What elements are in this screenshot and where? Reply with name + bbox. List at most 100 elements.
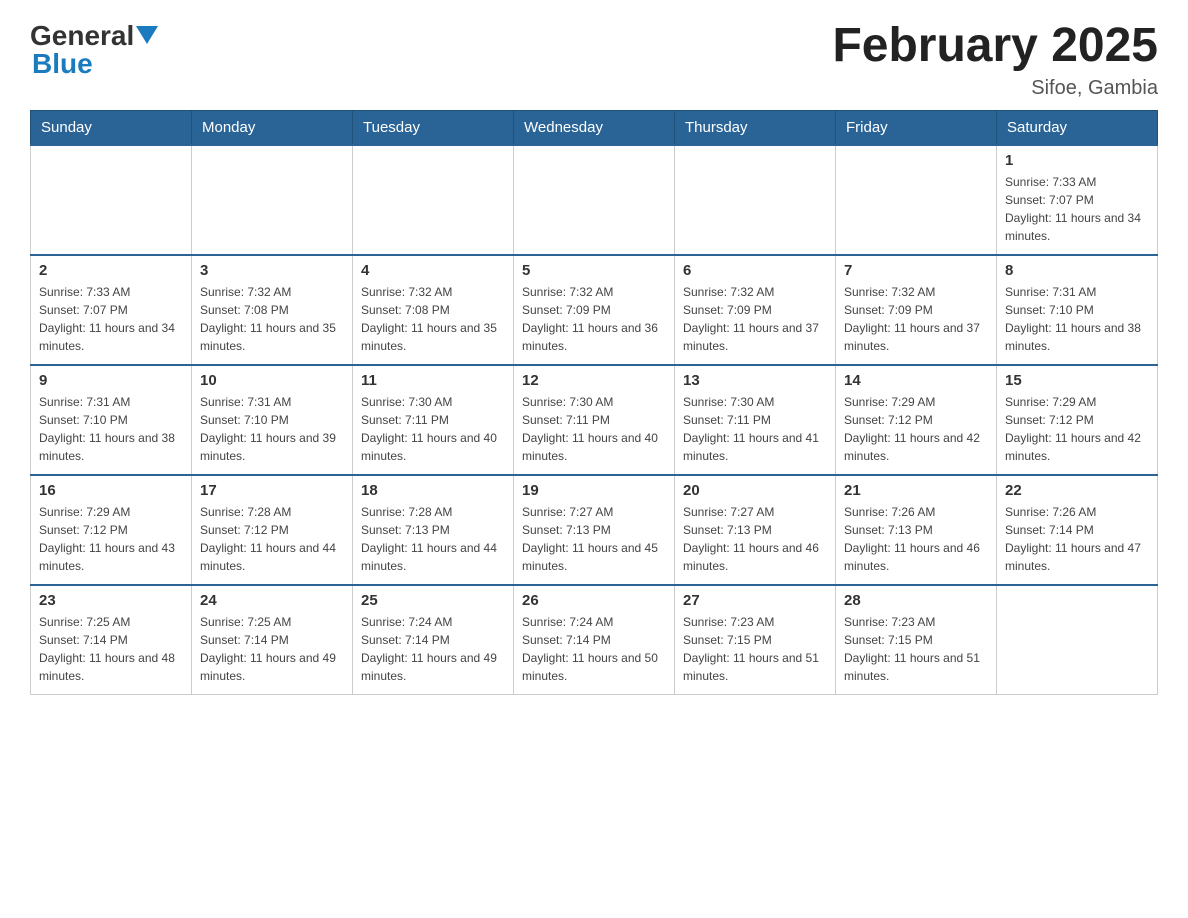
day-number: 28	[844, 592, 988, 609]
day-number: 18	[361, 482, 505, 499]
calendar-cell: 1Sunrise: 7:33 AMSunset: 7:07 PMDaylight…	[997, 145, 1158, 255]
calendar-cell: 21 Sunrise: 7:26 AMSunset: 7:13 PMDayligh…	[836, 475, 997, 585]
calendar-cell: 23 Sunrise: 7:25 AMSunset: 7:14 PMDayligh…	[31, 585, 192, 695]
day-info: Sunrise: 7:29 AMSunset: 7:12 PMDaylight:…	[844, 393, 988, 465]
calendar-cell: 15 Sunrise: 7:29 AMSunset: 7:12 PMDayligh…	[997, 365, 1158, 475]
calendar-cell: 16Sunrise: 7:29 AMSunset: 7:12 PMDayligh…	[31, 475, 192, 585]
day-number: 11	[361, 372, 505, 389]
day-number: 20	[683, 482, 827, 499]
calendar-cell	[353, 145, 514, 255]
calendar-cell: 20Sunrise: 7:27 AMSunset: 7:13 PMDayligh…	[675, 475, 836, 585]
calendar-cell	[675, 145, 836, 255]
calendar-cell: 10 Sunrise: 7:31 AMSunset: 7:10 PMDayligh…	[192, 365, 353, 475]
calendar-week-3: 9 Sunrise: 7:31 AMSunset: 7:10 PMDaylight…	[31, 365, 1158, 475]
day-info: Sunrise: 7:31 AMSunset: 7:10 PMDaylight:…	[200, 393, 344, 465]
day-number: 21	[844, 482, 988, 499]
day-number: 17	[200, 482, 344, 499]
day-number: 8	[1005, 262, 1149, 279]
day-info: Sunrise: 7:31 AMSunset: 7:10 PMDaylight:…	[39, 393, 183, 465]
day-info: Sunrise: 7:30 AMSunset: 7:11 PMDaylight:…	[522, 393, 666, 465]
logo: General Blue	[30, 20, 158, 80]
calendar-cell	[836, 145, 997, 255]
logo-triangle-icon	[136, 26, 158, 48]
calendar-cell: 27 Sunrise: 7:23 AMSunset: 7:15 PMDayligh…	[675, 585, 836, 695]
calendar-cell	[31, 145, 192, 255]
day-number: 13	[683, 372, 827, 389]
calendar-cell: 9 Sunrise: 7:31 AMSunset: 7:10 PMDaylight…	[31, 365, 192, 475]
day-number: 9	[39, 372, 183, 389]
day-info: Sunrise: 7:33 AMSunset: 7:07 PMDaylight:…	[39, 283, 183, 355]
weekday-header-row: SundayMondayTuesdayWednesdayThursdayFrid…	[31, 110, 1158, 145]
calendar-cell: 28 Sunrise: 7:23 AMSunset: 7:15 PMDayligh…	[836, 585, 997, 695]
weekday-header-monday: Monday	[192, 110, 353, 145]
weekday-header-saturday: Saturday	[997, 110, 1158, 145]
calendar-week-4: 16Sunrise: 7:29 AMSunset: 7:12 PMDayligh…	[31, 475, 1158, 585]
calendar-cell	[514, 145, 675, 255]
day-info: Sunrise: 7:32 AMSunset: 7:08 PMDaylight:…	[200, 283, 344, 355]
day-number: 10	[200, 372, 344, 389]
day-info: Sunrise: 7:24 AMSunset: 7:14 PMDaylight:…	[361, 613, 505, 685]
calendar-cell: 19 Sunrise: 7:27 AMSunset: 7:13 PMDayligh…	[514, 475, 675, 585]
day-number: 23	[39, 592, 183, 609]
day-info: Sunrise: 7:32 AMSunset: 7:09 PMDaylight:…	[844, 283, 988, 355]
day-info: Sunrise: 7:25 AMSunset: 7:14 PMDaylight:…	[39, 613, 183, 685]
page-header: General Blue February 2025 Sifoe, Gambia	[30, 20, 1158, 100]
calendar-cell	[997, 585, 1158, 695]
day-info: Sunrise: 7:27 AMSunset: 7:13 PMDaylight:…	[522, 503, 666, 575]
calendar-cell: 11 Sunrise: 7:30 AMSunset: 7:11 PMDayligh…	[353, 365, 514, 475]
day-info: Sunrise: 7:30 AMSunset: 7:11 PMDaylight:…	[361, 393, 505, 465]
calendar-cell: 8 Sunrise: 7:31 AMSunset: 7:10 PMDaylight…	[997, 255, 1158, 365]
calendar-week-1: 1Sunrise: 7:33 AMSunset: 7:07 PMDaylight…	[31, 145, 1158, 255]
day-number: 7	[844, 262, 988, 279]
day-info: Sunrise: 7:23 AMSunset: 7:15 PMDaylight:…	[683, 613, 827, 685]
day-number: 25	[361, 592, 505, 609]
calendar-subtitle: Sifoe, Gambia	[832, 77, 1158, 100]
calendar-cell: 17Sunrise: 7:28 AMSunset: 7:12 PMDayligh…	[192, 475, 353, 585]
day-info: Sunrise: 7:33 AMSunset: 7:07 PMDaylight:…	[1005, 173, 1149, 245]
day-number: 2	[39, 262, 183, 279]
calendar-cell: 24 Sunrise: 7:25 AMSunset: 7:14 PMDayligh…	[192, 585, 353, 695]
day-info: Sunrise: 7:29 AMSunset: 7:12 PMDaylight:…	[1005, 393, 1149, 465]
day-number: 15	[1005, 372, 1149, 389]
calendar-title: February 2025	[832, 20, 1158, 73]
day-info: Sunrise: 7:31 AMSunset: 7:10 PMDaylight:…	[1005, 283, 1149, 355]
day-number: 12	[522, 372, 666, 389]
day-info: Sunrise: 7:24 AMSunset: 7:14 PMDaylight:…	[522, 613, 666, 685]
day-number: 22	[1005, 482, 1149, 499]
day-number: 26	[522, 592, 666, 609]
day-number: 4	[361, 262, 505, 279]
day-number: 14	[844, 372, 988, 389]
weekday-header-wednesday: Wednesday	[514, 110, 675, 145]
calendar-cell: 12 Sunrise: 7:30 AMSunset: 7:11 PMDayligh…	[514, 365, 675, 475]
day-info: Sunrise: 7:23 AMSunset: 7:15 PMDaylight:…	[844, 613, 988, 685]
day-number: 24	[200, 592, 344, 609]
weekday-header-thursday: Thursday	[675, 110, 836, 145]
day-number: 5	[522, 262, 666, 279]
day-info: Sunrise: 7:32 AMSunset: 7:09 PMDaylight:…	[522, 283, 666, 355]
calendar-table: SundayMondayTuesdayWednesdayThursdayFrid…	[30, 110, 1158, 696]
calendar-cell: 13 Sunrise: 7:30 AMSunset: 7:11 PMDayligh…	[675, 365, 836, 475]
day-number: 6	[683, 262, 827, 279]
day-info: Sunrise: 7:30 AMSunset: 7:11 PMDaylight:…	[683, 393, 827, 465]
calendar-cell: 5 Sunrise: 7:32 AMSunset: 7:09 PMDaylight…	[514, 255, 675, 365]
day-info: Sunrise: 7:26 AMSunset: 7:14 PMDaylight:…	[1005, 503, 1149, 575]
calendar-cell: 7 Sunrise: 7:32 AMSunset: 7:09 PMDaylight…	[836, 255, 997, 365]
calendar-cell: 25 Sunrise: 7:24 AMSunset: 7:14 PMDayligh…	[353, 585, 514, 695]
day-number: 19	[522, 482, 666, 499]
calendar-cell: 14 Sunrise: 7:29 AMSunset: 7:12 PMDayligh…	[836, 365, 997, 475]
day-number: 3	[200, 262, 344, 279]
calendar-week-2: 2 Sunrise: 7:33 AMSunset: 7:07 PMDaylight…	[31, 255, 1158, 365]
day-info: Sunrise: 7:32 AMSunset: 7:08 PMDaylight:…	[361, 283, 505, 355]
calendar-cell: 6 Sunrise: 7:32 AMSunset: 7:09 PMDaylight…	[675, 255, 836, 365]
calendar-cell: 4 Sunrise: 7:32 AMSunset: 7:08 PMDaylight…	[353, 255, 514, 365]
calendar-week-5: 23 Sunrise: 7:25 AMSunset: 7:14 PMDayligh…	[31, 585, 1158, 695]
day-number: 27	[683, 592, 827, 609]
logo-blue-text: Blue	[32, 48, 93, 79]
weekday-header-sunday: Sunday	[31, 110, 192, 145]
day-info: Sunrise: 7:26 AMSunset: 7:13 PMDaylight:…	[844, 503, 988, 575]
day-info: Sunrise: 7:32 AMSunset: 7:09 PMDaylight:…	[683, 283, 827, 355]
calendar-cell	[192, 145, 353, 255]
weekday-header-tuesday: Tuesday	[353, 110, 514, 145]
title-block: February 2025 Sifoe, Gambia	[832, 20, 1158, 100]
day-info: Sunrise: 7:25 AMSunset: 7:14 PMDaylight:…	[200, 613, 344, 685]
